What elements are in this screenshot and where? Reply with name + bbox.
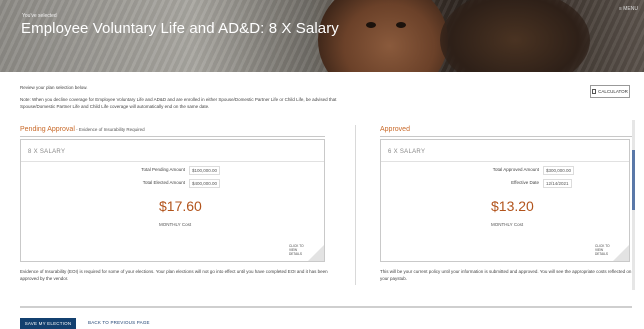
hero-photo-eye	[396, 22, 406, 28]
calculator-icon	[592, 89, 597, 94]
pending-plan-card[interactable]: 8 X SALARY Total Pending Amount $100,000…	[20, 139, 325, 262]
elected-amount-label: Total Elected Amount	[142, 180, 185, 185]
approved-view-details-link[interactable]: CLICK TO VIEW DETAILS	[595, 244, 610, 256]
approved-amount-label: Total Approved Amount	[492, 167, 539, 172]
effective-date-value: 12/14/2021	[543, 179, 572, 188]
current-policy-note: This will be your current policy until y…	[380, 269, 632, 281]
menu-button[interactable]: ≡ MENU	[619, 6, 638, 12]
column-divider	[355, 125, 356, 285]
calculator-button[interactable]: CALCULATOR	[590, 85, 630, 98]
approved-amount-value: $300,000.00	[543, 166, 575, 175]
menu-label: MENU	[623, 6, 638, 12]
page-title: Employee Voluntary Life and AD&D: 8 X Sa…	[21, 20, 339, 37]
card-corner-fold	[613, 245, 629, 261]
card-divider	[21, 161, 324, 162]
pending-monthly-cost: $17.60	[159, 198, 202, 214]
card-corner-fold	[308, 245, 324, 261]
pending-cost-label: MONTHLY Cost	[159, 222, 192, 227]
pending-title: Pending Approval	[20, 126, 75, 133]
back-to-previous-page-link[interactable]: BACK TO PREVIOUS PAGE	[88, 320, 150, 325]
eoi-note: Evidence of Insurability (EOI) is requir…	[20, 269, 328, 281]
hero-banner: You've selected Employee Voluntary Life …	[0, 0, 644, 72]
pending-amount-label: Total Pending Amount	[141, 167, 185, 172]
approved-cost-label: MONTHLY Cost	[491, 222, 524, 227]
review-instruction: Review your plan selection below.	[20, 85, 88, 90]
scrollbar-thumb[interactable]	[632, 150, 635, 210]
pending-title-rule	[20, 136, 325, 137]
approved-title-rule	[380, 136, 632, 137]
effective-date-label: Effective Date	[511, 180, 539, 185]
save-election-button[interactable]: SAVE MY ELECTION	[20, 318, 76, 329]
hero-photo-eye	[366, 22, 376, 28]
pending-view-details-link[interactable]: CLICK TO VIEW DETAILS	[289, 244, 304, 256]
pending-section-title: Pending Approval - Evidence of Insurabil…	[20, 126, 145, 133]
pending-subtitle: - Evidence of Insurability Required	[74, 127, 145, 132]
decline-coverage-note: Note: When you decline coverage for Empl…	[20, 97, 337, 109]
pending-amount-value: $100,000.00	[189, 166, 221, 175]
footer-divider	[20, 306, 632, 308]
calculator-label: CALCULATOR	[598, 89, 628, 94]
selection-kicker: You've selected	[22, 13, 57, 19]
approved-monthly-cost: $13.20	[491, 198, 534, 214]
approved-plan-card[interactable]: 6 X SALARY Total Approved Amount $300,00…	[380, 139, 630, 262]
approved-plan-name: 6 X SALARY	[388, 149, 426, 155]
hero-photo-hair	[440, 0, 590, 72]
approved-section-title: Approved	[380, 126, 410, 133]
card-divider	[381, 161, 629, 162]
pending-plan-name: 8 X SALARY	[28, 149, 66, 155]
elected-amount-value: $400,000.00	[189, 179, 221, 188]
